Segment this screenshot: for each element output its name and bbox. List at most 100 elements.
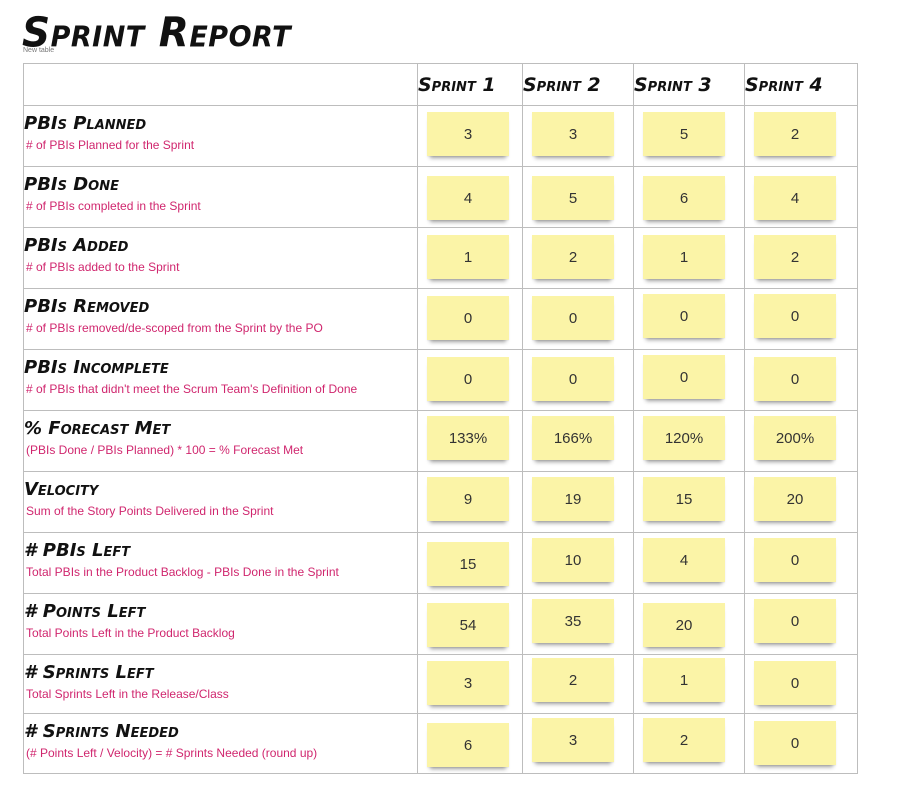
metric-name: PBIs Added	[24, 235, 129, 256]
value-cell: 0	[744, 654, 858, 714]
sticky-note[interactable]: 6	[427, 723, 509, 767]
value-cell: 0	[417, 288, 523, 350]
value-cell: 5	[633, 105, 745, 167]
value-cell: 2	[522, 654, 634, 714]
sticky-note[interactable]: 166%	[532, 416, 614, 460]
value-cell: 3	[417, 105, 523, 167]
sticky-note[interactable]: 15	[643, 477, 725, 521]
sticky-note[interactable]: 20	[754, 477, 836, 521]
sticky-note[interactable]: 200%	[754, 416, 836, 460]
sticky-note[interactable]: 0	[532, 357, 614, 401]
value-cell: 0	[633, 349, 745, 411]
header-row: Sprint 1 Sprint 2 Sprint 3 Sprint 4	[23, 63, 858, 106]
sticky-note[interactable]: 0	[754, 538, 836, 582]
sticky-note[interactable]: 0	[532, 296, 614, 340]
sticky-note[interactable]: 35	[532, 599, 614, 643]
metric-label-cell: # PBIs Left Total PBIs in the Product Bac…	[23, 532, 418, 594]
sticky-note[interactable]: 2	[754, 235, 836, 279]
sticky-note[interactable]: 1	[427, 235, 509, 279]
value-cell: 0	[744, 593, 858, 655]
table-row: PBIs Done # of PBIs completed in the Spri…	[23, 166, 858, 228]
value-cell: 9	[417, 471, 523, 533]
sticky-note[interactable]: 133%	[427, 416, 509, 460]
sticky-note[interactable]: 2	[532, 235, 614, 279]
value-cell: 200%	[744, 410, 858, 472]
sticky-note[interactable]: 0	[643, 294, 725, 338]
sticky-note[interactable]: 0	[427, 296, 509, 340]
value-cell: 4	[744, 166, 858, 228]
sticky-note[interactable]: 3	[532, 112, 614, 156]
value-cell: 0	[744, 288, 858, 350]
sticky-note[interactable]: 1	[643, 235, 725, 279]
value-cell: 1	[633, 227, 745, 289]
value-cell: 2	[522, 227, 634, 289]
metric-description: # of PBIs completed in the Sprint	[26, 199, 201, 213]
metric-description: Total PBIs in the Product Backlog - PBIs…	[26, 565, 339, 579]
metric-description: # of PBIs added to the Sprint	[26, 260, 180, 274]
metric-name: Velocity	[24, 479, 99, 500]
metric-name: PBIs Done	[24, 174, 119, 195]
sticky-note[interactable]: 0	[643, 355, 725, 399]
sticky-note[interactable]: 0	[754, 599, 836, 643]
sticky-note[interactable]: 5	[532, 176, 614, 220]
sticky-note[interactable]: 0	[427, 357, 509, 401]
metric-label-cell: # Sprints Needed (# Points Left / Velocit…	[23, 713, 418, 774]
sticky-note[interactable]: 3	[532, 718, 614, 762]
sticky-note[interactable]: 4	[427, 176, 509, 220]
metric-name: # Sprints Left	[24, 662, 154, 683]
value-cell: 2	[633, 713, 745, 774]
sticky-note[interactable]: 120%	[643, 416, 725, 460]
metric-label-cell: # Sprints Left Total Sprints Left in the …	[23, 654, 418, 714]
table-row: PBIs Planned # of PBIs Planned for the Sp…	[23, 105, 858, 167]
page-title: Sprint Report	[22, 9, 292, 58]
sticky-note[interactable]: 0	[754, 721, 836, 765]
value-cell: 6	[417, 713, 523, 774]
sticky-note[interactable]: 5	[643, 112, 725, 156]
table-row: PBIs Removed # of PBIs removed/de-scoped …	[23, 288, 858, 350]
table-row: # PBIs Left Total PBIs in the Product Bac…	[23, 532, 858, 594]
table-body: PBIs Planned # of PBIs Planned for the Sp…	[23, 105, 858, 774]
value-cell: 6	[633, 166, 745, 228]
metric-description: Total Points Left in the Product Backlog	[26, 626, 235, 640]
metric-name: # Sprints Needed	[24, 721, 179, 742]
metric-label-cell: Velocity Sum of the Story Points Delivere…	[23, 471, 418, 533]
value-cell: 2	[744, 227, 858, 289]
value-cell: 3	[522, 105, 634, 167]
value-cell: 1	[417, 227, 523, 289]
table-row: # Sprints Needed (# Points Left / Velocit…	[23, 713, 858, 774]
sticky-note[interactable]: 4	[643, 538, 725, 582]
sticky-note[interactable]: 4	[754, 176, 836, 220]
sticky-note[interactable]: 2	[532, 658, 614, 702]
sticky-note[interactable]: 2	[643, 718, 725, 762]
value-cell: 4	[417, 166, 523, 228]
sticky-note[interactable]: 10	[532, 538, 614, 582]
sticky-note[interactable]: 19	[532, 477, 614, 521]
column-header-sprint-4: Sprint 4	[744, 63, 858, 106]
metric-name: # Points Left	[24, 601, 146, 622]
table-row: # Sprints Left Total Sprints Left in the …	[23, 654, 858, 714]
table-row: PBIs Incomplete # of PBIs that didn't mee…	[23, 349, 858, 411]
value-cell: 0	[744, 713, 858, 774]
sticky-note[interactable]: 6	[643, 176, 725, 220]
value-cell: 4	[633, 532, 745, 594]
value-cell: 20	[633, 593, 745, 655]
value-cell: 15	[633, 471, 745, 533]
sticky-note[interactable]: 0	[754, 357, 836, 401]
metric-name: PBIs Incomplete	[24, 357, 169, 378]
sticky-note[interactable]: 54	[427, 603, 509, 647]
value-cell: 1	[633, 654, 745, 714]
metric-name: % Forecast Met	[24, 418, 171, 439]
metric-label-cell: # Points Left Total Points Left in the Pr…	[23, 593, 418, 655]
sticky-note[interactable]: 3	[427, 661, 509, 705]
sticky-note[interactable]: 2	[754, 112, 836, 156]
metric-name: PBIs Planned	[24, 113, 147, 134]
sticky-note[interactable]: 3	[427, 112, 509, 156]
sticky-note[interactable]: 0	[754, 294, 836, 338]
sticky-note[interactable]: 9	[427, 477, 509, 521]
sticky-note[interactable]: 20	[643, 603, 725, 647]
sticky-note[interactable]: 15	[427, 542, 509, 586]
sticky-note[interactable]: 0	[754, 661, 836, 705]
value-cell: 0	[417, 349, 523, 411]
sticky-note[interactable]: 1	[643, 658, 725, 702]
value-cell: 0	[522, 288, 634, 350]
